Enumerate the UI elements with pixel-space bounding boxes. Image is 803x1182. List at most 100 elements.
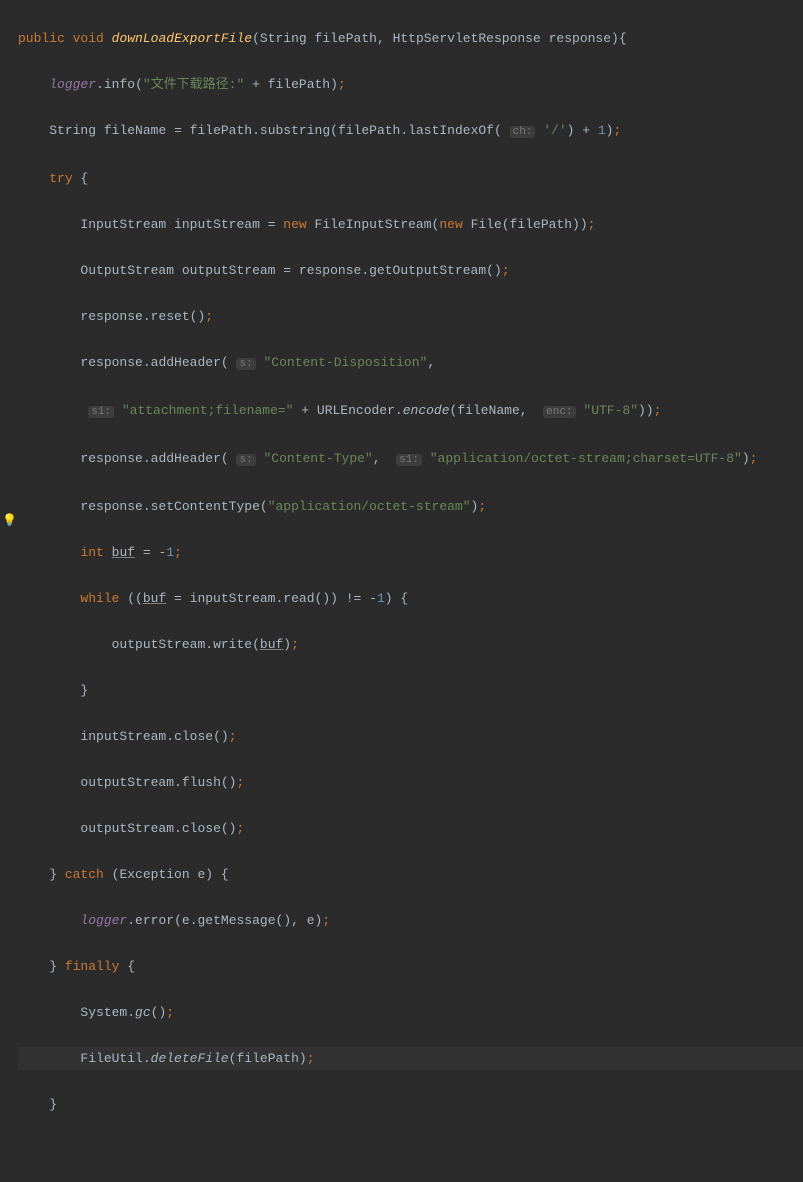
ident: response — [80, 499, 142, 514]
code-line[interactable] — [18, 1139, 803, 1162]
ident: filePath — [510, 217, 572, 232]
code-line[interactable]: outputStream.write(buf); — [18, 633, 803, 656]
ident: filePath — [268, 77, 330, 92]
code-line[interactable]: response.reset(); — [18, 305, 803, 328]
code-line[interactable]: public void downLoadExportFile(String fi… — [18, 27, 803, 50]
ident: response — [80, 309, 142, 324]
number: 1 — [598, 123, 606, 138]
type: InputStream — [80, 217, 166, 232]
string: '/' — [543, 123, 566, 138]
fn: info — [104, 77, 135, 92]
type: URLEncoder — [317, 403, 395, 418]
code-line[interactable]: logger.info("文件下载路径:" + filePath); — [18, 73, 803, 96]
lightbulb-icon[interactable]: 💡 — [2, 510, 17, 533]
ident: buf — [143, 591, 166, 606]
string: "Content-Disposition" — [264, 355, 428, 370]
ident: outputStream — [80, 821, 174, 836]
param-hint: s1: — [396, 454, 422, 466]
ident: fileName — [104, 123, 166, 138]
ident: filePath — [190, 123, 252, 138]
fn: addHeader — [151, 355, 221, 370]
ident: buf — [112, 545, 135, 560]
code-line[interactable]: outputStream.close(); — [18, 817, 803, 840]
fn: addHeader — [151, 451, 221, 466]
fn: reset — [151, 309, 190, 324]
ident: filePath — [338, 123, 400, 138]
param-hint: enc: — [543, 406, 575, 418]
fn: flush — [182, 775, 221, 790]
fn: deleteFile — [151, 1051, 229, 1066]
code-line[interactable]: } — [18, 1093, 803, 1116]
fn: substring — [260, 123, 330, 138]
code-line[interactable]: System.gc(); — [18, 1001, 803, 1024]
ident: response — [299, 263, 361, 278]
keyword-catch: catch — [65, 867, 104, 882]
type: FileInputStream — [315, 217, 432, 232]
number: 1 — [377, 591, 385, 606]
keyword-try: try — [49, 171, 72, 186]
param-hint: ch: — [510, 126, 536, 138]
keyword-new: new — [439, 217, 462, 232]
code-line[interactable]: s1: "attachment;filename=" + URLEncoder.… — [18, 399, 803, 424]
method-name: downLoadExportFile — [112, 31, 252, 46]
type: String — [260, 31, 307, 46]
code-line[interactable]: int buf = -1; — [18, 541, 803, 564]
param-hint: s: — [236, 358, 255, 370]
ident: outputStream — [80, 775, 174, 790]
code-line[interactable]: try { — [18, 167, 803, 190]
fn: write — [213, 637, 252, 652]
ident: response — [80, 355, 142, 370]
param-hint: s1: — [88, 406, 114, 418]
code-line[interactable]: } catch (Exception e) { — [18, 863, 803, 886]
string: "application/octet-stream;charset=UTF-8" — [430, 451, 742, 466]
type: FileUtil — [80, 1051, 142, 1066]
ident: fileName — [457, 403, 519, 418]
number: 1 — [166, 545, 174, 560]
ident: inputStream — [80, 729, 166, 744]
code-line[interactable]: OutputStream outputStream = response.get… — [18, 259, 803, 282]
string: "文件下载路径:" — [143, 77, 244, 92]
code-line[interactable]: response.setContentType("application/oct… — [18, 495, 803, 518]
ident: e — [307, 913, 315, 928]
type: Exception — [119, 867, 189, 882]
code-line[interactable]: String fileName = filePath.substring(fil… — [18, 119, 803, 144]
code-area[interactable]: public void downLoadExportFile(String fi… — [0, 4, 803, 1182]
string: "UTF-8" — [583, 403, 638, 418]
fn: setContentType — [151, 499, 260, 514]
fn: getMessage — [198, 913, 276, 928]
code-line-current[interactable]: FileUtil.deleteFile(filePath); — [18, 1047, 803, 1070]
field-logger: logger — [80, 913, 127, 928]
type: String — [49, 123, 96, 138]
fn: encode — [403, 403, 450, 418]
fn: error — [135, 913, 174, 928]
code-line[interactable]: response.addHeader( s: "Content-Disposit… — [18, 351, 803, 376]
param: filePath — [315, 31, 377, 46]
code-editor[interactable]: 💡 public void downLoadExportFile(String … — [0, 0, 803, 1182]
code-line[interactable]: while ((buf = inputStream.read()) != -1)… — [18, 587, 803, 610]
code-line[interactable]: } finally { — [18, 955, 803, 978]
ident: e — [182, 913, 190, 928]
code-line[interactable]: InputStream inputStream = new FileInputS… — [18, 213, 803, 236]
code-line[interactable]: outputStream.flush(); — [18, 771, 803, 794]
keyword-int: int — [80, 545, 103, 560]
ident: inputStream — [174, 217, 260, 232]
string: "attachment;filename=" — [122, 403, 294, 418]
code-line[interactable]: } — [18, 679, 803, 702]
string: "application/octet-stream" — [268, 499, 471, 514]
string: "Content-Type" — [264, 451, 373, 466]
keyword-while: while — [80, 591, 119, 606]
type: OutputStream — [80, 263, 174, 278]
ident: filePath — [236, 1051, 298, 1066]
ident: inputStream — [190, 591, 276, 606]
ident: buf — [260, 637, 283, 652]
code-line[interactable]: inputStream.close(); — [18, 725, 803, 748]
keyword-void: void — [73, 31, 104, 46]
code-line[interactable]: logger.error(e.getMessage(), e); — [18, 909, 803, 932]
ident: e — [197, 867, 205, 882]
code-line[interactable]: response.addHeader( s: "Content-Type", s… — [18, 447, 803, 472]
ident: response — [80, 451, 142, 466]
fn: gc — [135, 1005, 151, 1020]
param: response — [549, 31, 611, 46]
type: File — [471, 217, 502, 232]
fn: getOutputStream — [369, 263, 486, 278]
